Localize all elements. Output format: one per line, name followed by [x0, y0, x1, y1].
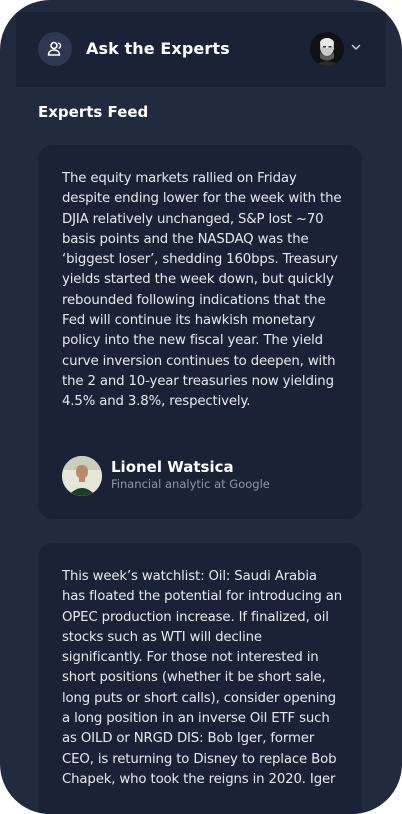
profile-avatar-photo	[310, 32, 344, 66]
users-icon[interactable]	[38, 32, 72, 66]
profile-avatar[interactable]	[310, 32, 344, 66]
phone-screen: Ask the Experts Experts Feed The equity …	[0, 0, 402, 814]
author-role: Financial analytic at Google	[111, 477, 270, 491]
app-header: Ask the Experts	[16, 12, 386, 87]
users-icon-glyph	[47, 41, 62, 56]
author-avatar-photo	[62, 456, 102, 496]
author-avatar[interactable]	[62, 456, 102, 496]
post-text: This week’s watchlist: Oil: Saudi Arabia…	[62, 569, 342, 787]
expert-post-card[interactable]: The equity markets rallied on Friday des…	[38, 145, 362, 519]
post-text: The equity markets rallied on Friday des…	[62, 171, 342, 410]
author-name[interactable]: Lionel Watsica	[111, 458, 234, 476]
chevron-down-icon[interactable]	[349, 40, 363, 54]
feed-title: Experts Feed	[38, 103, 149, 121]
app-title: Ask the Experts	[86, 39, 230, 58]
expert-post-card[interactable]: This week’s watchlist: Oil: Saudi Arabia…	[38, 543, 362, 814]
